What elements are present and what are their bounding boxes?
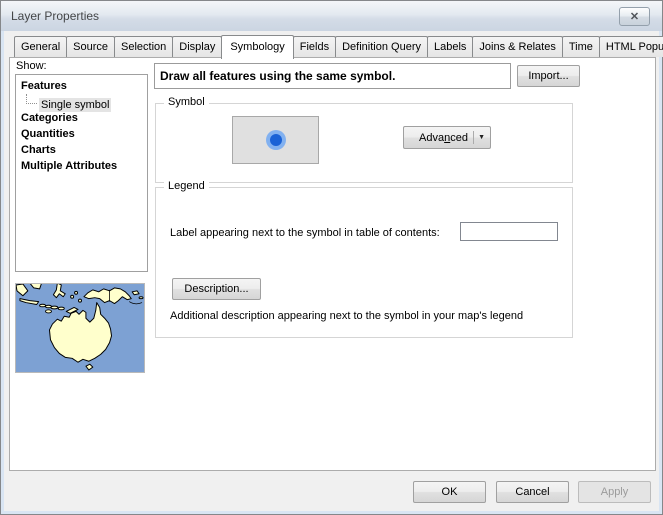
- tab-source[interactable]: Source: [66, 36, 115, 57]
- import-button[interactable]: Import...: [517, 65, 580, 87]
- tab-fields[interactable]: Fields: [293, 36, 336, 57]
- close-button[interactable]: ✕: [619, 7, 650, 26]
- tab-display[interactable]: Display: [172, 36, 222, 57]
- symbol-group-title: Symbol: [164, 96, 209, 108]
- tab-time[interactable]: Time: [562, 36, 600, 57]
- close-icon: ✕: [630, 11, 639, 23]
- tree-item-categories[interactable]: Categories: [16, 110, 147, 126]
- tree-item-features[interactable]: Features: [16, 78, 147, 94]
- show-tree-listbox: Features Single symbol Categories Quanti…: [15, 74, 148, 272]
- tab-general[interactable]: General: [14, 36, 67, 57]
- tab-selection[interactable]: Selection: [114, 36, 173, 57]
- dropdown-arrow-icon: ▼: [478, 134, 485, 141]
- tree-connector-icon: [26, 94, 37, 104]
- titlebar[interactable]: Layer Properties ✕: [1, 1, 662, 31]
- show-label: Show:: [16, 60, 47, 72]
- map-preview-thumbnail: [15, 283, 145, 373]
- cancel-button[interactable]: Cancel: [496, 481, 569, 503]
- tab-joins-relates[interactable]: Joins & Relates: [472, 36, 562, 57]
- tree-item-multiple-attributes[interactable]: Multiple Attributes: [16, 158, 147, 174]
- symbology-tab-page: Show: Features Single symbol Categories …: [9, 57, 656, 471]
- apply-button[interactable]: Apply: [578, 481, 651, 503]
- tab-symbology[interactable]: Symbology: [221, 35, 293, 59]
- additional-description-text: Additional description appearing next to…: [170, 310, 523, 322]
- layer-properties-dialog: Layer Properties ✕ General Source Select…: [0, 0, 663, 515]
- advanced-label: Advanced: [416, 132, 471, 144]
- tab-definition-query[interactable]: Definition Query: [335, 36, 428, 57]
- tree-item-single-symbol[interactable]: Single symbol: [16, 94, 147, 110]
- ok-button[interactable]: OK: [413, 481, 486, 503]
- tab-labels[interactable]: Labels: [427, 36, 473, 57]
- tree-item-quantities[interactable]: Quantities: [16, 126, 147, 142]
- button-divider: [473, 131, 474, 144]
- description-button[interactable]: Description...: [172, 278, 261, 300]
- legend-group: Legend Label appearing next to the symbo…: [155, 187, 573, 338]
- legend-label-input[interactable]: [460, 222, 558, 241]
- method-description-box: Draw all features using the same symbol.: [154, 63, 511, 89]
- tab-strip: General Source Selection Display Symbolo…: [14, 34, 663, 58]
- method-description-text: Draw all features using the same symbol.: [160, 69, 395, 83]
- legend-group-title: Legend: [164, 180, 209, 192]
- dialog-body: General Source Selection Display Symbolo…: [4, 31, 659, 511]
- point-symbol-center: [270, 134, 282, 146]
- advanced-dropdown-button[interactable]: Advanced ▼: [403, 126, 491, 149]
- tab-html-popup[interactable]: HTML Popup: [599, 36, 663, 57]
- window-title: Layer Properties: [11, 1, 99, 31]
- tree-item-charts[interactable]: Charts: [16, 142, 147, 158]
- symbol-group: Symbol Advanced ▼: [155, 103, 573, 183]
- symbol-preview-button[interactable]: [232, 116, 319, 164]
- legend-label-caption: Label appearing next to the symbol in ta…: [170, 227, 440, 239]
- point-symbol-icon: [266, 130, 286, 150]
